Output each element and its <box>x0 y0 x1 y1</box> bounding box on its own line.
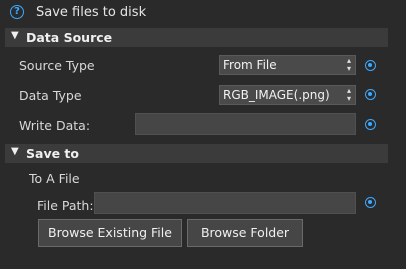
source-type-link-radio[interactable] <box>365 60 376 71</box>
write-data-label: Write Data: <box>19 118 91 133</box>
browse-folder-button[interactable]: Browse Folder <box>187 219 303 247</box>
write-data-link-radio[interactable] <box>365 119 376 130</box>
source-type-value: From File <box>223 58 277 72</box>
window-title-bar: ? Save files to disk <box>0 0 406 26</box>
collapse-triangle-icon[interactable]: ▼ <box>11 146 19 157</box>
file-path-link-radio[interactable] <box>365 197 376 208</box>
section-header-data-source[interactable]: ▼ Data Source <box>5 28 388 47</box>
combo-arrows-icon: ▴ ▾ <box>346 56 351 73</box>
source-type-label: Source Type <box>19 58 95 73</box>
combo-arrows-icon: ▴ ▾ <box>346 86 351 103</box>
source-type-select[interactable]: From File ▴ ▾ <box>219 55 356 75</box>
collapse-triangle-icon[interactable]: ▼ <box>11 30 19 41</box>
data-type-link-radio[interactable] <box>365 89 376 100</box>
section-header-save-to[interactable]: ▼ Save to <box>5 144 388 163</box>
data-type-label: Data Type <box>19 88 82 103</box>
section-title: Data Source <box>26 30 113 45</box>
data-type-value: RGB_IMAGE(.png) <box>223 88 330 102</box>
to-a-file-label: To A File <box>29 171 80 186</box>
window-title: Save files to disk <box>36 5 147 20</box>
help-icon[interactable]: ? <box>10 5 24 19</box>
browse-existing-file-button[interactable]: Browse Existing File <box>38 219 182 247</box>
section-title: Save to <box>26 146 79 161</box>
file-path-field[interactable] <box>94 192 356 214</box>
file-path-label: File Path: <box>37 198 94 213</box>
write-data-field[interactable] <box>135 113 356 135</box>
data-type-select[interactable]: RGB_IMAGE(.png) ▴ ▾ <box>219 85 356 105</box>
